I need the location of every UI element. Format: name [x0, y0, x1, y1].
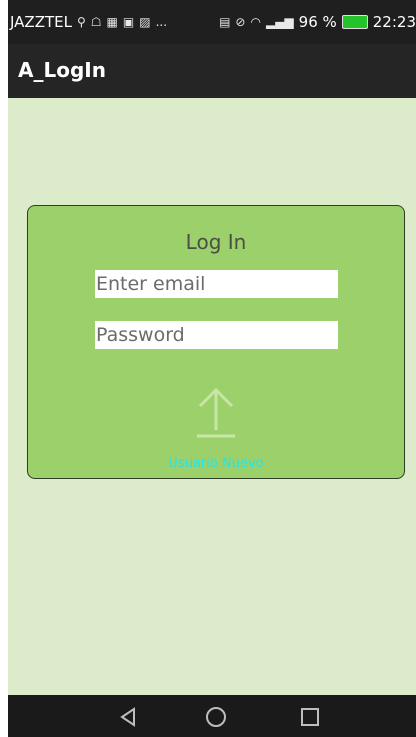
navigation-bar [8, 695, 416, 737]
vibrate-icon: ⊘ [235, 15, 246, 29]
recents-square-icon [301, 708, 319, 726]
carrier-name: JAZZTEL [10, 13, 72, 31]
android-icon: ☖ [90, 15, 102, 29]
app-bar: A_LogIn [8, 44, 416, 98]
image-edit-icon: ▨ [139, 15, 151, 29]
facebook-icon: ▦ [106, 15, 118, 29]
email-field[interactable] [95, 270, 338, 298]
back-button[interactable] [116, 705, 140, 729]
wifi-icon: ◠ [250, 15, 261, 29]
clock: 22:23 [372, 13, 416, 31]
password-field[interactable] [95, 321, 338, 349]
home-circle-icon [206, 707, 226, 727]
login-title: Log In [185, 230, 247, 254]
status-right: ▤ ⊘ ◠ ▂▄▆ 96 % 22:23 [219, 13, 416, 31]
home-button[interactable] [204, 705, 228, 729]
recents-button[interactable] [298, 705, 322, 729]
upload-button[interactable] [193, 386, 239, 438]
image-icon: ▣ [122, 15, 135, 29]
more-icon: ... [155, 15, 168, 29]
status-bar: JAZZTEL ⚲ ☖ ▦ ▣ ▨ ... ▤ ⊘ ◠ ▂▄▆ 96 % 22:… [8, 0, 416, 44]
signal-icon: ▂▄▆ [265, 15, 294, 29]
main-content: Log In Usuario Nuevo [8, 98, 416, 695]
back-triangle-icon [120, 707, 135, 727]
app-title: A_LogIn [18, 58, 106, 82]
battery-icon [341, 15, 368, 29]
new-user-link[interactable]: Usuario Nuevo [28, 456, 404, 471]
status-left: JAZZTEL ⚲ ☖ ▦ ▣ ▨ ... [10, 13, 167, 31]
upload-arrow-icon [197, 387, 235, 438]
battery-percentage: 96 % [298, 13, 337, 31]
nfc-icon: ▤ [219, 15, 231, 29]
usb-icon: ⚲ [76, 15, 86, 29]
login-card: Log In Usuario Nuevo [27, 205, 405, 479]
phone-screen: JAZZTEL ⚲ ☖ ▦ ▣ ▨ ... ▤ ⊘ ◠ ▂▄▆ 96 % 22:… [8, 0, 416, 737]
